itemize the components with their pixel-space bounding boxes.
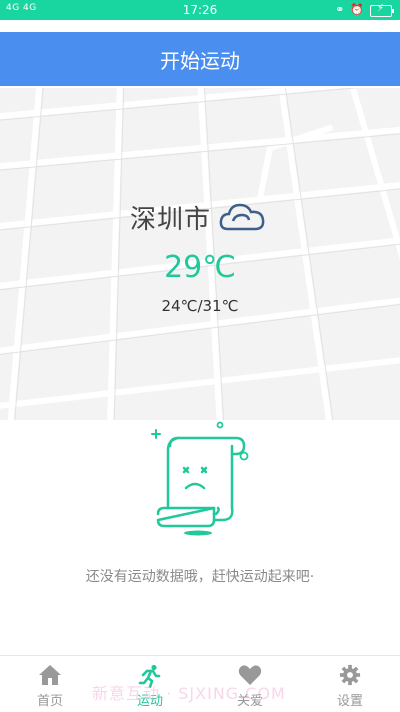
tab-label: 设置 [336, 694, 363, 709]
watermark: 新意互动 · SJXING.COM [92, 684, 286, 703]
status-icons: ⚭ ⏰ ⚡ [335, 3, 394, 17]
header: 开始运动 [0, 32, 400, 86]
temperature-range: 24℃/31℃ [161, 297, 239, 315]
current-temperature: 29℃ [164, 250, 236, 285]
empty-state-message: 还没有运动数据哦，赶快运动起来吧· [85, 569, 315, 585]
home-icon [38, 664, 62, 686]
weather-location: 深圳市 [0, 199, 400, 239]
status-bar: 4G 4G 17:26 ⚭ ⏰ ⚡ [0, 0, 400, 20]
page-title: 开始运动 [160, 48, 240, 73]
cloudy-icon [218, 199, 266, 237]
tab-settings[interactable]: 设置 [300, 656, 400, 712]
sad-scroll-icon [148, 420, 254, 544]
city-name: 深圳市 [130, 205, 212, 235]
tab-home[interactable]: 首页 [0, 656, 100, 712]
battery-charging-icon: ⚡ [370, 3, 394, 17]
alarm-icon: ⏰ [350, 3, 364, 16]
lock-icon: ⚭ [335, 3, 345, 16]
gear-icon [338, 664, 362, 686]
tab-label: 首页 [36, 694, 63, 709]
